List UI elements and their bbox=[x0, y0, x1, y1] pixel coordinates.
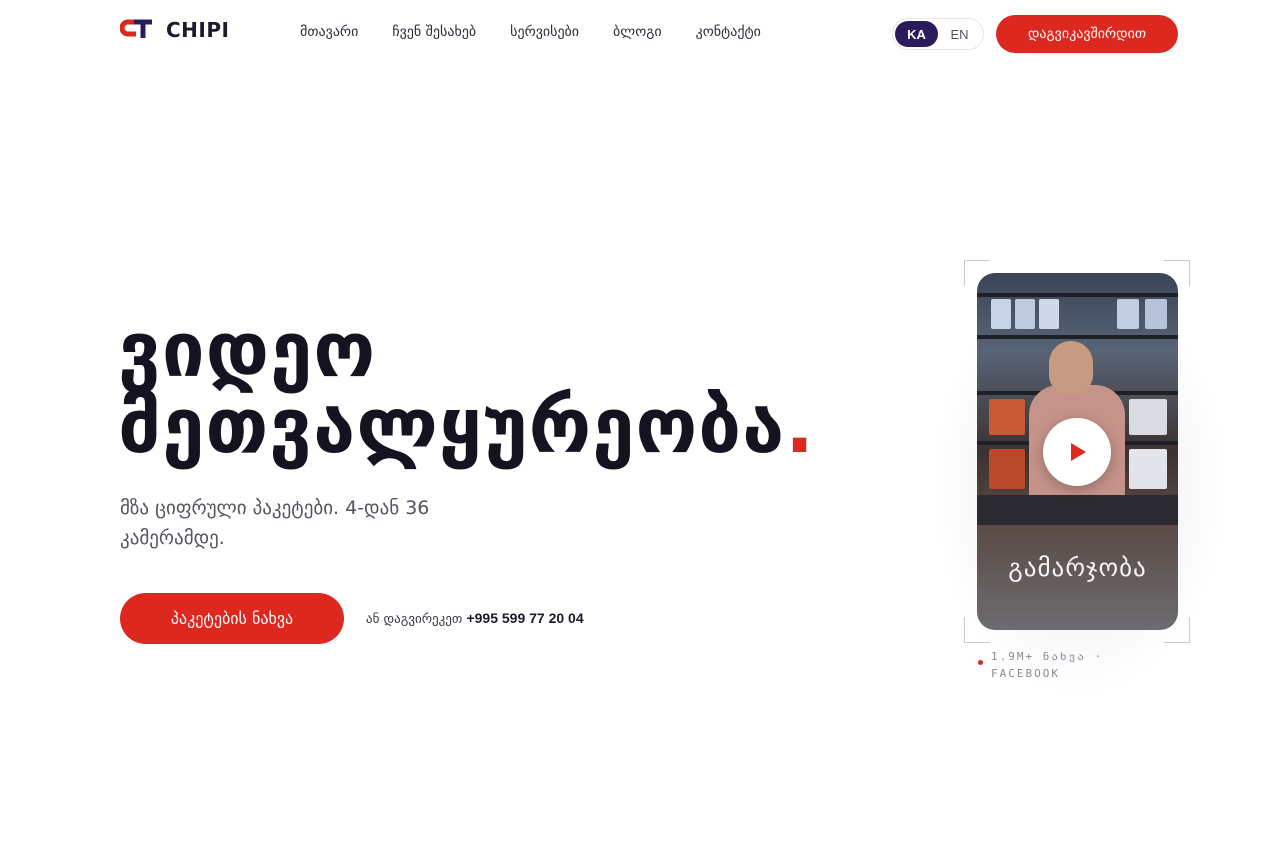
lang-ka-button[interactable]: KA bbox=[895, 21, 938, 47]
nav-item-services[interactable]: სერვისები bbox=[510, 24, 579, 40]
product-box bbox=[1145, 299, 1167, 329]
main-nav: მთავარი ჩვენ შესახებ სერვისები ბლოგი კონ… bbox=[300, 24, 761, 40]
call-line: ან დაგვირეკეთ +995 599 77 20 04 bbox=[366, 610, 584, 627]
hero-title-dot: . bbox=[785, 381, 816, 470]
call-prefix: ან დაგვირეკეთ bbox=[366, 612, 463, 627]
product-box bbox=[1129, 449, 1167, 489]
person-figure bbox=[1049, 341, 1093, 395]
shelf bbox=[977, 335, 1178, 339]
counter bbox=[977, 495, 1178, 525]
live-dot-icon bbox=[978, 660, 983, 665]
play-icon bbox=[1071, 443, 1086, 461]
product-box bbox=[1117, 299, 1139, 329]
product-box bbox=[989, 449, 1025, 489]
logo-mark-icon bbox=[119, 18, 154, 42]
views-info: 1.9M+ ნახვა · FACEBOOK bbox=[978, 648, 1141, 682]
views-text: 1.9M+ ნახვა · FACEBOOK bbox=[991, 650, 1104, 680]
product-box bbox=[1015, 299, 1035, 329]
product-box bbox=[1039, 299, 1059, 329]
nav-item-contact[interactable]: კონტაქტი bbox=[696, 24, 761, 40]
product-box bbox=[989, 399, 1025, 435]
product-box bbox=[991, 299, 1011, 329]
contact-button[interactable]: დაგვიკავშირდით bbox=[996, 15, 1178, 53]
video-caption: გამარჯობა bbox=[1008, 553, 1147, 582]
hero-title-line2: მეთვალყურეობა bbox=[118, 381, 786, 470]
site-header: CHIPI მთავარი ჩვენ შესახებ სერვისები ბლო… bbox=[0, 0, 1280, 68]
logo[interactable]: CHIPI bbox=[119, 18, 230, 42]
lang-en-button[interactable]: EN bbox=[938, 21, 981, 47]
view-packages-button[interactable]: პაკეტების ნახვა bbox=[120, 593, 344, 644]
play-button[interactable] bbox=[1043, 418, 1111, 486]
hero-subtitle: მზა ციფრული პაკეტები. 4-დან 36 კამერამდე… bbox=[120, 497, 430, 549]
logo-text: CHIPI bbox=[166, 18, 230, 42]
hero-title: ვიდეო მეთვალყურეობა. bbox=[118, 312, 815, 464]
language-switcher: KA EN bbox=[892, 18, 984, 50]
nav-item-home[interactable]: მთავარი bbox=[300, 24, 358, 40]
nav-item-blog[interactable]: ბლოგი bbox=[613, 24, 662, 40]
product-box bbox=[1129, 399, 1167, 435]
shelf bbox=[977, 293, 1178, 297]
phone-link[interactable]: +995 599 77 20 04 bbox=[466, 610, 583, 626]
nav-item-about[interactable]: ჩვენ შესახებ bbox=[392, 24, 476, 40]
